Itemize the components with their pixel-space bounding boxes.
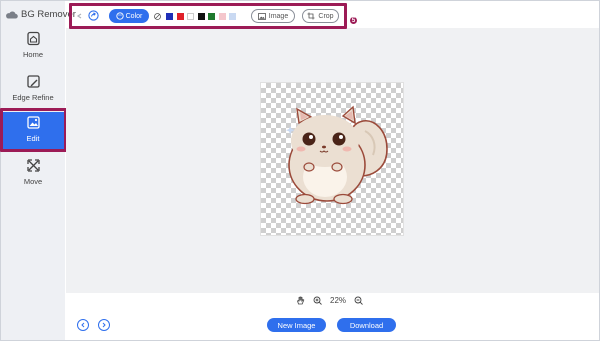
- sidebar-item-label: Home: [22, 50, 43, 59]
- zoom-out-icon[interactable]: [354, 296, 363, 305]
- hand-pan-icon[interactable]: [296, 296, 305, 305]
- new-image-button[interactable]: New Image: [267, 318, 326, 332]
- next-button[interactable]: [98, 319, 110, 331]
- move-icon: [26, 159, 40, 172]
- app-title-text: BG Remover: [21, 9, 76, 20]
- toolbar-step-marker: 5: [349, 16, 358, 25]
- sidebar-item-home[interactable]: Home: [1, 28, 65, 68]
- previous-button[interactable]: [77, 319, 89, 331]
- sidebar-item-move[interactable]: Move: [1, 155, 65, 195]
- zoom-level: 22%: [330, 296, 347, 305]
- toolbar-highlight-box: [69, 3, 347, 29]
- sidebar-item-edge-refine[interactable]: Edge Refine: [1, 71, 65, 111]
- zoom-in-icon[interactable]: [313, 296, 322, 305]
- app-title: BG Remover: [5, 9, 76, 20]
- sidebar-item-label: Edge Refine: [12, 93, 54, 102]
- sidebar: BG Remover Home Edge Refine Edit Move: [1, 1, 76, 340]
- footer: New Image Download: [66, 311, 599, 340]
- cloud-logo-icon: [6, 10, 18, 18]
- home-icon: [26, 31, 40, 46]
- chevron-left-icon: [81, 322, 85, 328]
- zoom-bar: 22%: [296, 296, 363, 305]
- chevron-right-icon: [102, 322, 106, 328]
- transparent-canvas[interactable]: [260, 82, 404, 236]
- edit-highlight-box: [0, 108, 67, 152]
- edge-refine-icon: [26, 75, 40, 88]
- download-button[interactable]: Download: [337, 318, 396, 332]
- squirrel-cutout-image: [286, 105, 388, 205]
- sidebar-item-label: Move: [23, 177, 43, 186]
